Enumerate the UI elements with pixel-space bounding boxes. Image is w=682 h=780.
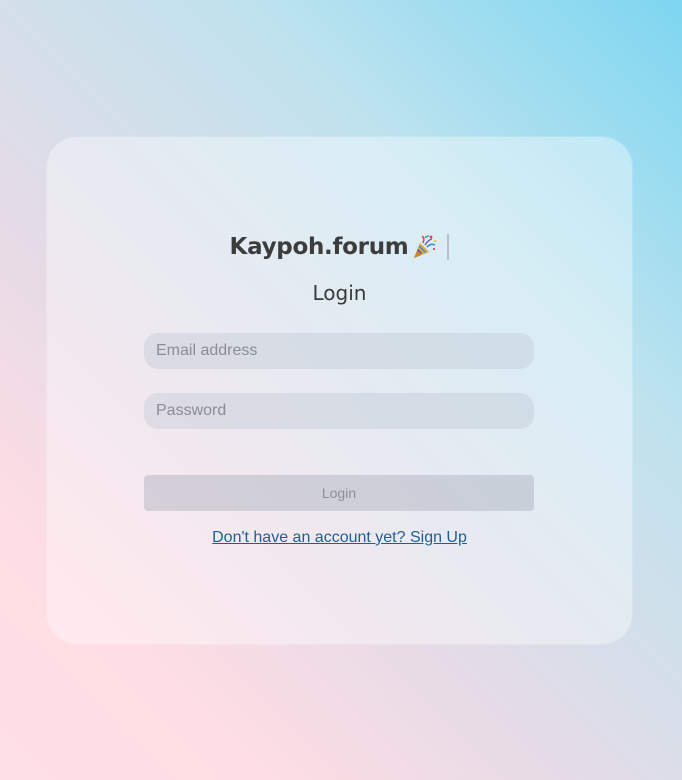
- brand-header: Kaypoh.forum: [47, 230, 632, 264]
- login-heading: Login: [312, 281, 367, 305]
- party-popper-icon: [411, 234, 437, 260]
- email-field[interactable]: [144, 333, 534, 369]
- brand-title: Kaypoh.forum: [229, 234, 409, 260]
- login-button[interactable]: Login: [144, 475, 534, 511]
- signup-link[interactable]: Don't have an account yet? Sign Up: [47, 529, 632, 547]
- login-card: Kaypoh.forum Login Login Don't have an a…: [47, 137, 632, 644]
- password-field[interactable]: [144, 393, 534, 429]
- text-cursor: [447, 234, 450, 260]
